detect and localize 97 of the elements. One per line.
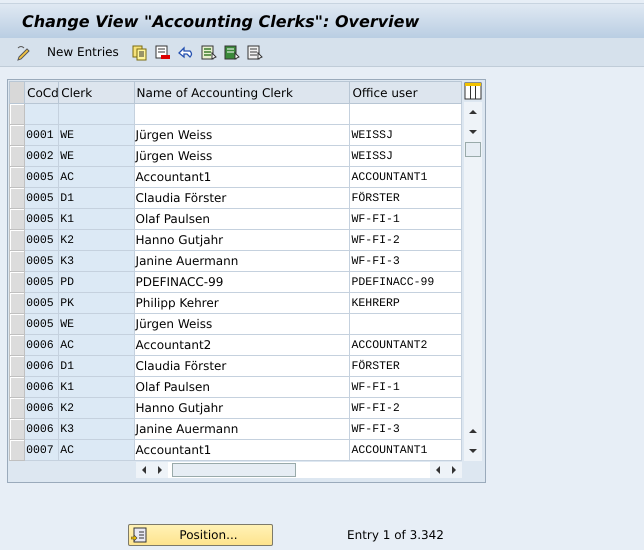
row-selector[interactable] <box>10 208 25 230</box>
table-cell: Philipp Kehrer <box>134 292 350 314</box>
table-cell: Olaf Paulsen <box>134 208 350 230</box>
table-cell: Accountant2 <box>134 334 350 356</box>
table-cell: 0002 <box>24 146 59 166</box>
table-cell: ACCOUNTANT1 <box>350 166 462 188</box>
column-header[interactable]: Clerk <box>58 82 134 104</box>
table-cell: Hanno Gutjahr <box>134 398 350 418</box>
table-cell: WF-FI-2 <box>350 398 462 418</box>
table-cell: ACCOUNTANT1 <box>350 440 462 460</box>
table-cell: Accountant1 <box>134 166 350 188</box>
table-cell: WE <box>58 146 134 166</box>
table-cell: AC <box>58 440 134 460</box>
column-settings-icon[interactable] <box>464 82 482 100</box>
copy-icon[interactable] <box>130 44 148 60</box>
position-button[interactable]: Position... <box>128 524 273 546</box>
table-cell: Accountant1 <box>134 440 350 460</box>
table-cell: Janine Auermann <box>134 250 350 272</box>
table-cell: WF-FI-3 <box>350 250 462 272</box>
row-selector[interactable] <box>10 356 25 376</box>
table-cell: Jürgen Weiss <box>134 146 350 166</box>
select-block-icon[interactable] <box>222 44 240 60</box>
table-cell: WEISSJ <box>350 146 462 166</box>
column-header[interactable]: CoCd <box>24 82 59 104</box>
table-cell: 0006 <box>24 418 59 440</box>
table-cell: K2 <box>58 230 134 250</box>
table-cell: 0006 <box>24 356 59 376</box>
table-cell: Claudia Förster <box>134 356 350 376</box>
select-list-icon[interactable] <box>200 44 217 60</box>
table-cell: AC <box>58 166 134 188</box>
table-cell: Hanno Gutjahr <box>134 230 350 250</box>
table-cell: 0005 <box>24 166 59 188</box>
row-selector[interactable] <box>10 376 25 398</box>
table-cell: PK <box>58 292 134 314</box>
horizontal-scrollbar[interactable] <box>136 462 462 478</box>
table-cell: 0005 <box>24 188 59 208</box>
new-entries-button[interactable]: New Entries <box>39 45 125 59</box>
table-cell: 0005 <box>24 230 59 250</box>
table-cell: K2 <box>58 398 134 418</box>
row-selector[interactable] <box>10 398 25 418</box>
table-cell: K3 <box>58 418 134 440</box>
row-selector[interactable] <box>10 104 25 124</box>
column-header[interactable]: Office user <box>350 82 462 104</box>
deselect-list-icon[interactable] <box>246 44 263 60</box>
table-cell: 0005 <box>24 250 59 272</box>
table-cell: WE <box>58 124 134 146</box>
table-cell: WF-FI-1 <box>350 376 462 398</box>
delete-row-icon[interactable] <box>154 44 171 60</box>
row-selector[interactable] <box>10 292 25 314</box>
table-cell: 0001 <box>24 124 59 146</box>
table-cell: 0006 <box>24 376 59 398</box>
table-cell: WF-FI-1 <box>350 208 462 230</box>
row-selector[interactable] <box>10 124 25 146</box>
table-cell: D1 <box>58 356 134 376</box>
table-cell: Janine Auermann <box>134 418 350 440</box>
table-cell: K1 <box>58 208 134 230</box>
table-cell: 0005 <box>24 272 59 292</box>
entry-count: Entry 1 of 3.342 <box>347 528 444 542</box>
vertical-scrollbar[interactable] <box>464 102 482 461</box>
row-selector[interactable] <box>10 440 25 460</box>
table-cell: WE <box>58 314 134 334</box>
table-cell: Jürgen Weiss <box>134 124 350 146</box>
table-cell: Olaf Paulsen <box>134 376 350 398</box>
table-cell: ACCOUNTANT2 <box>350 334 462 356</box>
table-cell: AC <box>58 334 134 356</box>
row-selector[interactable] <box>10 146 25 166</box>
table-cell: WF-FI-2 <box>350 230 462 250</box>
table-cell: 0007 <box>24 440 59 460</box>
select-all-corner[interactable] <box>10 82 25 104</box>
table-cell: KEHRERP <box>350 292 462 314</box>
table-cell: 0006 <box>24 398 59 418</box>
row-selector[interactable] <box>10 334 25 356</box>
table-cell: 0005 <box>24 314 59 334</box>
row-selector[interactable] <box>10 188 25 208</box>
table-cell: PDEFINACC-99 <box>350 272 462 292</box>
table-cell: K1 <box>58 376 134 398</box>
table-cell: K3 <box>58 250 134 272</box>
table-cell: WF-FI-3 <box>350 418 462 440</box>
row-selector[interactable] <box>10 230 25 250</box>
table-cell: D1 <box>58 188 134 208</box>
table-cell: 0005 <box>24 208 59 230</box>
table-cell: WEISSJ <box>350 124 462 146</box>
table-cell: PDEFINACC-99 <box>134 272 350 292</box>
row-selector[interactable] <box>10 166 25 188</box>
table-cell: Jürgen Weiss <box>134 314 350 334</box>
table-cell: 0006 <box>24 334 59 356</box>
table-cell: Claudia Förster <box>134 188 350 208</box>
window-title: Change View "Accounting Clerks": Overview <box>22 12 420 30</box>
table-cell: PD <box>58 272 134 292</box>
table-cell: FÖRSTER <box>350 356 462 376</box>
row-selector[interactable] <box>10 272 25 292</box>
table-cell: FÖRSTER <box>350 188 462 208</box>
column-header[interactable]: Name of Accounting Clerk <box>134 82 350 104</box>
row-selector[interactable] <box>10 314 25 334</box>
row-selector[interactable] <box>10 418 25 440</box>
table-cell: 0005 <box>24 292 59 314</box>
row-selector[interactable] <box>10 250 25 272</box>
